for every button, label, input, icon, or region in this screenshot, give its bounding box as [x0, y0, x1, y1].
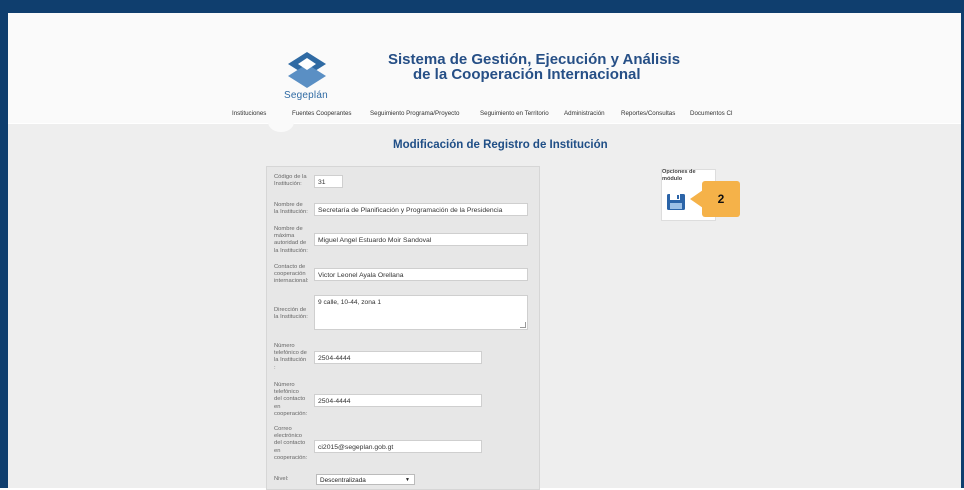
- nav-indicator: [268, 112, 294, 132]
- main-nav: Instituciones Fuentes Cooperantes Seguim…: [8, 104, 961, 124]
- direccion-field[interactable]: 9 calle, 10-44, zona 1: [314, 295, 528, 330]
- correo-label: Correo electrónico del contacto en coope…: [274, 426, 308, 461]
- nav-reportes-consultas[interactable]: Reportes/Consultas: [621, 110, 675, 117]
- contacto-field[interactable]: Victor Leonel Ayala Orellana: [314, 268, 528, 281]
- resize-handle[interactable]: [520, 322, 526, 328]
- codigo-field[interactable]: 31: [314, 175, 343, 188]
- tel-inst-label: Número telefónico de la Institución :: [274, 343, 307, 371]
- nivel-label: Nivel:: [274, 476, 289, 482]
- codigo-label: Código de la Institución:: [274, 174, 307, 188]
- nav-administracion[interactable]: Administración: [564, 110, 605, 117]
- page-title: Modificación de Registro de Institución: [393, 139, 608, 151]
- system-title-line2: de la Cooperación Internacional: [413, 66, 641, 83]
- top-frame-bar: [0, 0, 964, 13]
- nav-seguimiento-territorio[interactable]: Seguimiento en Territorio: [480, 110, 549, 117]
- correo-field[interactable]: ci2015@segeplan.gob.gt: [314, 440, 482, 453]
- nav-documentos-ci[interactable]: Documentos CI: [690, 110, 733, 117]
- direccion-value: 9 calle, 10-44, zona 1: [318, 299, 382, 306]
- floppy-disk-icon[interactable]: [666, 193, 686, 211]
- chevron-down-icon: ▼: [405, 477, 410, 483]
- tel-contacto-label: Número telefónico del contacto en cooper…: [274, 382, 308, 417]
- autoridad-field[interactable]: Miguel Angel Estuardo Moir Sandoval: [314, 233, 528, 246]
- nivel-select[interactable]: Descentralizada ▼: [316, 474, 415, 485]
- module-options-title: Opciones de módulo: [662, 169, 696, 182]
- autoridad-label: Nombre de máxima autoridad de la Institu…: [274, 226, 308, 254]
- nivel-selected-value: Descentralizada: [320, 477, 366, 484]
- nav-instituciones[interactable]: Instituciones: [232, 110, 266, 117]
- nombre-label: Nombre de la Institución:: [274, 202, 308, 216]
- tel-contacto-field[interactable]: 2504-4444: [314, 394, 482, 407]
- direccion-label: Dirección de la Institución:: [274, 307, 308, 321]
- logo-text: Segeplán: [284, 90, 328, 101]
- nav-seguimiento-programa[interactable]: Seguimiento Programa/Proyecto: [370, 110, 459, 117]
- nombre-field[interactable]: Secretaría de Planificación y Programaci…: [314, 203, 528, 216]
- tel-inst-field[interactable]: 2504-4444: [314, 351, 482, 364]
- frame-left-border: [0, 13, 8, 488]
- nav-fuentes-cooperantes[interactable]: Fuentes Cooperantes: [292, 110, 352, 117]
- callout-number: 2: [717, 192, 725, 206]
- contacto-label: Contacto de cooperación internacional:: [274, 264, 309, 285]
